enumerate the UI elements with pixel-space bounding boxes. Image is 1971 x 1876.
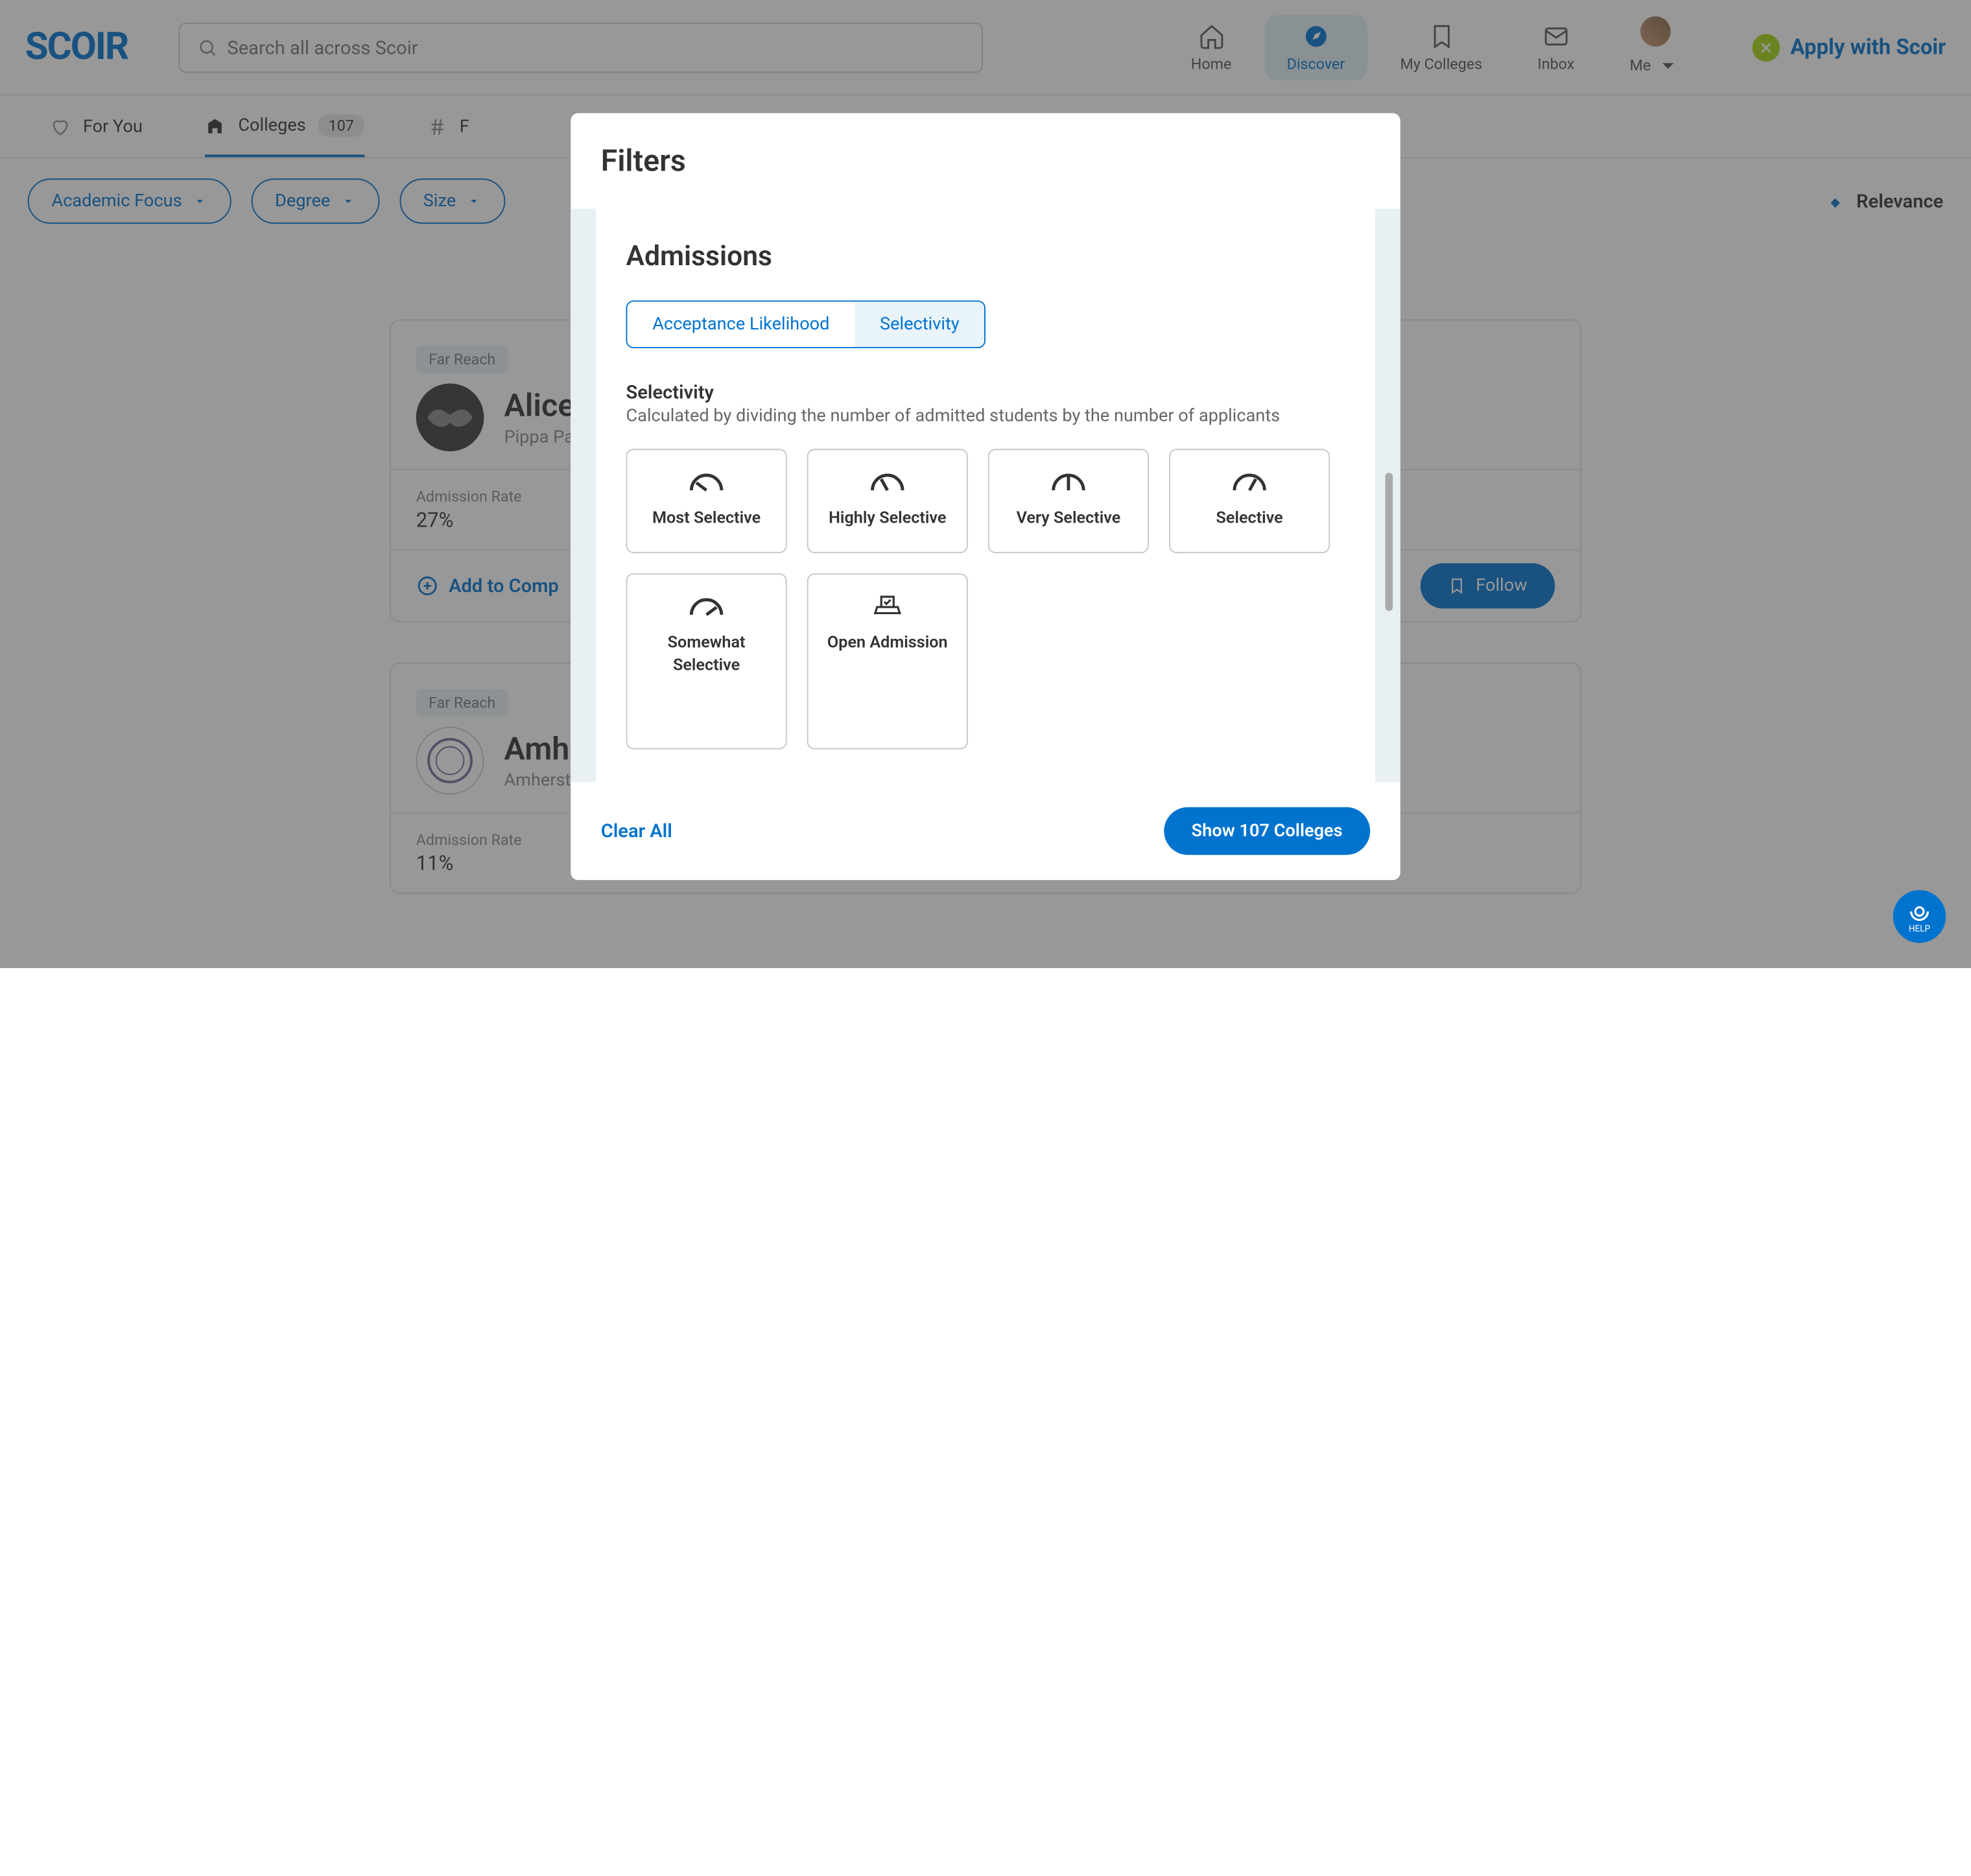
tile-label: Very Selective — [1017, 508, 1121, 531]
tile-very-selective[interactable]: Very Selective — [988, 449, 1149, 552]
show-colleges-button[interactable]: Show 107 Colleges — [1164, 807, 1370, 855]
gauge-icon — [1050, 471, 1087, 493]
admissions-segment: Acceptance Likelihood Selectivity — [626, 301, 986, 349]
modal-title: Filters — [601, 144, 1371, 179]
gauge-icon — [688, 594, 726, 617]
scrollbar-thumb[interactable] — [1386, 473, 1393, 611]
help-icon — [1907, 899, 1932, 924]
selectivity-desc: Calculated by dividing the number of adm… — [626, 407, 1345, 427]
help-button[interactable]: HELP — [1893, 890, 1946, 943]
gauge-icon — [688, 471, 726, 493]
selectivity-title: Selectivity — [626, 381, 1345, 404]
clear-all-button[interactable]: Clear All — [601, 819, 672, 842]
tile-label: Open Admission — [827, 632, 948, 654]
tile-somewhat-selective[interactable]: Somewhat Selective — [626, 573, 787, 748]
ballot-check-icon — [869, 594, 906, 617]
tile-label: Most Selective — [652, 508, 761, 531]
tile-selective[interactable]: Selective — [1169, 449, 1330, 552]
tile-open-admission[interactable]: Open Admission — [807, 573, 968, 748]
selectivity-tiles: Most Selective Highly Selective Very Sel… — [626, 449, 1345, 749]
help-label: HELP — [1909, 924, 1930, 934]
gauge-icon — [1231, 471, 1268, 493]
modal-overlay[interactable]: Filters Admissions Acceptance Likelihood… — [0, 0, 1971, 968]
tile-label: Somewhat Selective — [640, 632, 773, 678]
tile-label: Selective — [1216, 508, 1282, 531]
segtab-selectivity[interactable]: Selectivity — [855, 302, 984, 348]
tile-label: Highly Selective — [829, 508, 946, 531]
section-admissions: Admissions — [626, 242, 1345, 273]
tile-highly-selective[interactable]: Highly Selective — [807, 449, 968, 552]
gauge-icon — [869, 471, 906, 493]
filters-modal: Filters Admissions Acceptance Likelihood… — [571, 113, 1400, 879]
tile-most-selective[interactable]: Most Selective — [626, 449, 787, 552]
segtab-acceptance[interactable]: Acceptance Likelihood — [627, 302, 855, 348]
